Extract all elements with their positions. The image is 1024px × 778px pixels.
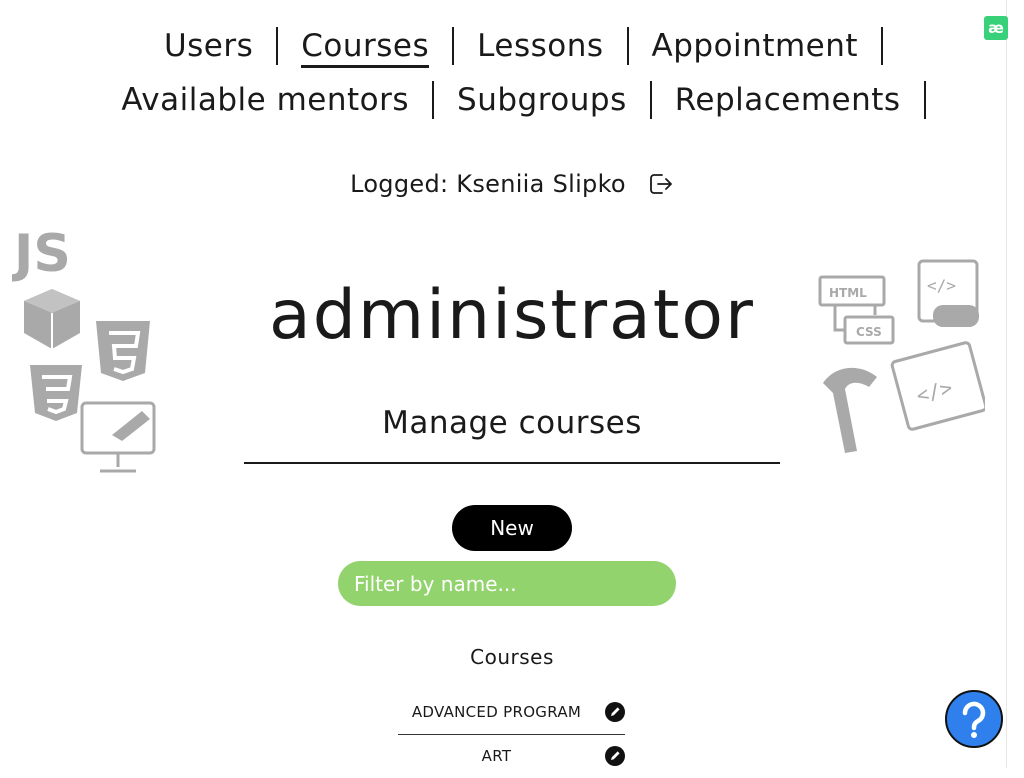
new-course-button[interactable]: New [452,505,572,551]
nav-courses[interactable]: Courses [278,28,452,68]
svg-text:</>: </> [914,375,955,408]
title-underline [244,462,780,464]
svg-text:JS: JS [12,224,71,284]
page-title: Manage courses [382,405,642,441]
nav-lessons[interactable]: Lessons [454,28,626,64]
courses-list-heading: Courses [470,645,554,669]
logged-user-text: Logged: Kseniia Slipko [350,170,626,198]
nav-replacements[interactable]: Replacements [652,82,924,118]
nav-appointment[interactable]: Appointment [629,28,882,64]
filter-by-name-input[interactable] [338,561,676,606]
list-item[interactable]: ART [398,734,625,778]
role-title: administrator [269,276,755,355]
course-name: ADVANCED PROGRAM [411,703,582,721]
edit-pencil-icon[interactable] [605,746,625,766]
js-logo-icon: JS [12,224,71,284]
session-info: Logged: Kseniia Slipko [0,170,1024,198]
nav-available-mentors[interactable]: Available mentors [98,82,432,118]
nav-divider [923,81,926,119]
nav-divider [881,27,884,65]
nav-users[interactable]: Users [141,28,276,64]
list-item[interactable]: ADVANCED PROGRAM [398,690,625,735]
question-circle-icon[interactable] [944,690,1004,748]
logout-icon[interactable] [646,170,674,198]
course-name: ART [481,747,512,765]
edit-pencil-icon[interactable] [605,702,625,722]
nav-subgroups[interactable]: Subgroups [434,82,650,118]
